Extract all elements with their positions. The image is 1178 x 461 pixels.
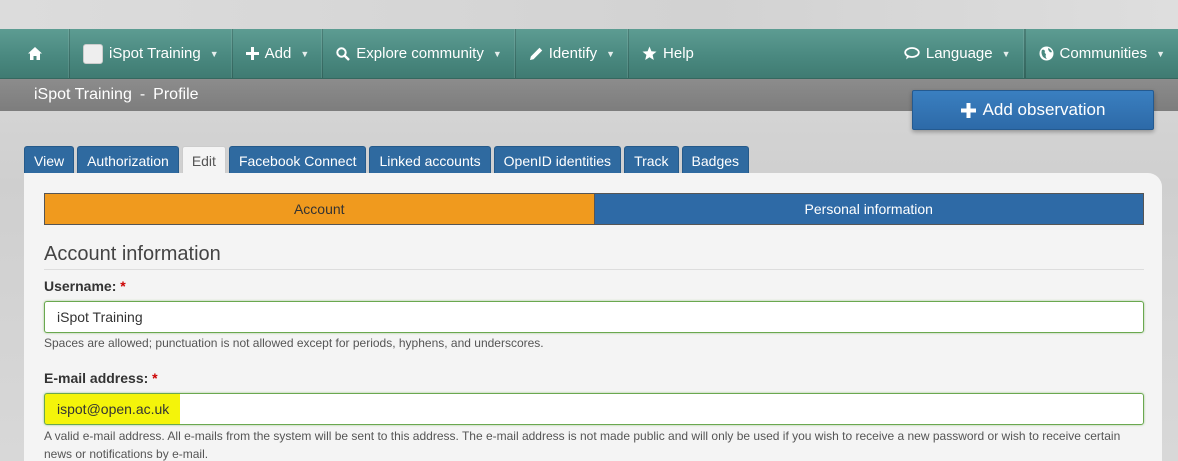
user-menu[interactable]: iSpot Training ▼ bbox=[70, 29, 233, 78]
chevron-down-icon: ▼ bbox=[1001, 48, 1011, 59]
search-icon bbox=[336, 46, 351, 61]
tab-view[interactable]: View bbox=[24, 146, 75, 174]
step-account[interactable]: Account bbox=[45, 194, 595, 224]
communities-menu-label: Communities bbox=[1059, 45, 1148, 62]
form-steps: Account Personal information bbox=[44, 193, 1144, 225]
breadcrumb-site[interactable]: iSpot Training bbox=[34, 86, 132, 104]
email-help: A valid e-mail address. All e-mails from… bbox=[44, 429, 1121, 461]
top-background-strip bbox=[0, 0, 1178, 29]
globe-icon bbox=[1039, 46, 1054, 61]
email-input[interactable] bbox=[44, 393, 1144, 425]
chevron-down-icon: ▼ bbox=[1156, 48, 1165, 59]
page-title: Profile bbox=[153, 86, 199, 103]
section-title: Account information bbox=[44, 243, 1144, 270]
chevron-down-icon: ▼ bbox=[492, 48, 502, 59]
tab-track[interactable]: Track bbox=[624, 146, 679, 174]
home-icon bbox=[27, 46, 43, 61]
explore-menu-label: Explore community bbox=[356, 45, 484, 62]
email-label-text: E-mail address: bbox=[44, 370, 149, 386]
star-icon bbox=[642, 46, 657, 61]
email-label: E-mail address: * bbox=[44, 370, 158, 386]
username-input[interactable] bbox=[44, 301, 1144, 333]
tab-linked-accounts[interactable]: Linked accounts bbox=[369, 146, 491, 174]
language-menu[interactable]: Language ▼ bbox=[891, 29, 1025, 78]
username-help: Spaces are allowed; punctuation is not a… bbox=[44, 336, 544, 350]
speech-bubble-icon bbox=[904, 47, 920, 60]
add-menu[interactable]: Add ▼ bbox=[233, 29, 324, 78]
required-mark: * bbox=[120, 278, 126, 294]
breadcrumb-separator: - bbox=[139, 86, 146, 103]
home-button[interactable] bbox=[0, 29, 70, 78]
profile-tabs: View Authorization Edit Facebook Connect… bbox=[24, 146, 750, 174]
chevron-down-icon: ▼ bbox=[300, 48, 310, 59]
communities-menu[interactable]: Communities ▼ bbox=[1024, 29, 1178, 78]
tab-openid-identities[interactable]: OpenID identities bbox=[493, 146, 622, 174]
identify-menu-label: Identify bbox=[548, 45, 598, 62]
plus-icon bbox=[960, 102, 976, 118]
add-observation-label: Add observation bbox=[982, 100, 1106, 119]
tab-facebook-connect[interactable]: Facebook Connect bbox=[228, 146, 367, 174]
user-name: iSpot Training bbox=[109, 45, 201, 62]
help-link-label: Help bbox=[663, 45, 694, 62]
required-mark: * bbox=[152, 370, 158, 386]
step-personal-information[interactable]: Personal information bbox=[594, 194, 1143, 224]
add-menu-label: Add bbox=[264, 45, 292, 62]
chevron-down-icon: ▼ bbox=[209, 48, 219, 59]
username-label-text: Username: bbox=[44, 278, 117, 294]
main-navbar: iSpot Training ▼ Add ▼ Explore community… bbox=[0, 29, 1178, 79]
help-link[interactable]: Help bbox=[629, 29, 707, 78]
pencil-icon bbox=[529, 47, 543, 61]
add-observation-button[interactable]: Add observation bbox=[912, 90, 1154, 130]
avatar bbox=[83, 43, 103, 64]
tab-authorization[interactable]: Authorization bbox=[77, 146, 179, 174]
tab-edit[interactable]: Edit bbox=[181, 146, 226, 174]
username-label: Username: * bbox=[44, 278, 126, 294]
plus-icon bbox=[245, 47, 259, 60]
identify-menu[interactable]: Identify ▼ bbox=[516, 29, 630, 78]
language-menu-label: Language bbox=[925, 45, 993, 62]
tab-badges[interactable]: Badges bbox=[681, 146, 750, 174]
chevron-down-icon: ▼ bbox=[606, 48, 616, 59]
explore-menu[interactable]: Explore community ▼ bbox=[323, 29, 516, 78]
